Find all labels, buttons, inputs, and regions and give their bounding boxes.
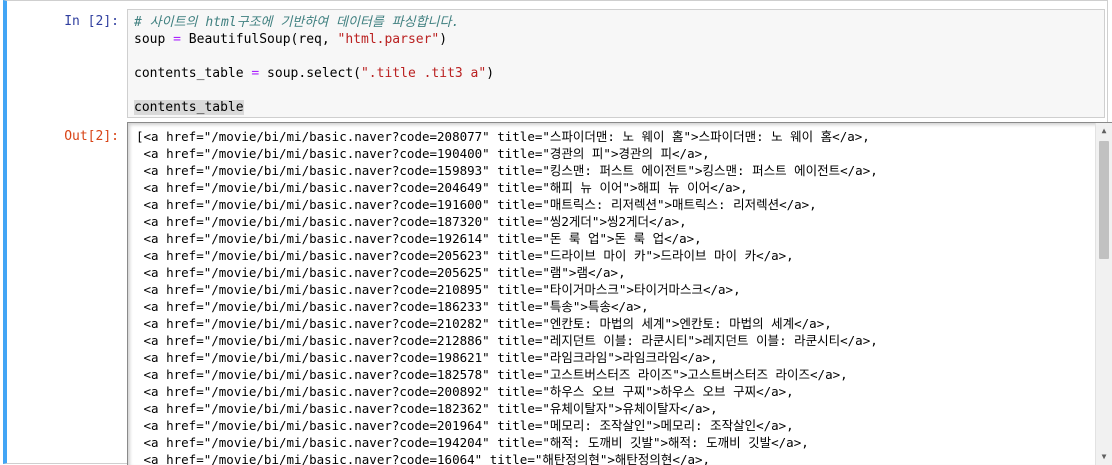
output-line: <a href="/movie/bi/mi/basic.naver?code=2… [136,316,832,331]
output-text: [<a href="/movie/bi/mi/basic.naver?code=… [136,128,1091,465]
output-prompt: Out[2]: [64,129,119,144]
code-comment: # 사이트의 html구조에 기반하여 데이터를 파싱합니다. [134,15,460,30]
code-string: ".title .tit3 a" [360,66,487,81]
output-line: <a href="/movie/bi/mi/basic.naver?code=2… [136,418,794,433]
code-operator: = [173,32,181,47]
output-line: <a href="/movie/bi/mi/basic.naver?code=1… [136,401,718,416]
code-line: contents_table = soup.select(".title .ti… [134,65,1098,82]
output-line: <a href="/movie/bi/mi/basic.naver?code=1… [136,163,878,178]
output-line: <a href="/movie/bi/mi/basic.naver?code=1… [136,350,718,365]
output-line: <a href="/movie/bi/mi/basic.naver?code=1… [136,299,649,314]
output-line: <a href="/movie/bi/mi/basic.naver?code=1… [136,367,848,382]
code-editor[interactable]: # 사이트의 html구조에 기반하여 데이터를 파싱합니다. soup = B… [127,9,1105,118]
code-token: soup [134,32,174,47]
input-prompt: In [2]: [64,14,119,29]
output-line: <a href="/movie/bi/mi/basic.naver?code=1… [136,214,687,229]
code-token: soup.select( [259,66,361,81]
code-line: # 사이트의 html구조에 기반하여 데이터를 파싱합니다. [134,14,1098,31]
code-token: ) [439,32,448,47]
scroll-up-icon[interactable]: ▲ [1096,123,1112,139]
output-line: <a href="/movie/bi/mi/basic.naver?code=1… [136,231,702,246]
output-line: <a href="/movie/bi/mi/basic.naver?code=1… [136,452,711,465]
output-line: <a href="/movie/bi/mi/basic.naver?code=1… [136,146,710,161]
output-line: <a href="/movie/bi/mi/basic.naver?code=1… [136,197,817,212]
code-line: contents_table [134,99,1098,116]
code-token: contents_table [134,66,252,81]
notebook-cell[interactable]: In [2]: # 사이트의 html구조에 기반하여 데이터를 파싱합니다. … [3,0,1112,465]
output-line: <a href="/movie/bi/mi/basic.naver?code=2… [136,180,748,195]
output-line: <a href="/movie/bi/mi/basic.naver?code=1… [136,435,809,450]
output-line: <a href="/movie/bi/mi/basic.naver?code=2… [136,333,878,348]
code-line: soup = BeautifulSoup(req, "html.parser") [134,31,1098,48]
vertical-scrollbar[interactable]: ▲ ▼ [1095,123,1112,465]
output-line: [<a href="/movie/bi/mi/basic.naver?code=… [136,129,870,144]
code-string: "html.parser" [337,32,440,47]
code-token-highlighted: contents_table [134,100,244,115]
code-token: ) [486,66,495,81]
code-token: BeautifulSoup(req, [180,32,338,47]
scroll-down-icon[interactable]: ▼ [1096,449,1112,465]
output-line: <a href="/movie/bi/mi/basic.naver?code=2… [136,384,794,399]
output-line: <a href="/movie/bi/mi/basic.naver?code=2… [136,248,794,263]
output-line: <a href="/movie/bi/mi/basic.naver?code=2… [136,282,741,297]
scrollbar-thumb[interactable] [1099,141,1109,259]
output-area[interactable]: [<a href="/movie/bi/mi/basic.naver?code=… [127,122,1112,465]
output-line: <a href="/movie/bi/mi/basic.naver?code=2… [136,265,626,280]
